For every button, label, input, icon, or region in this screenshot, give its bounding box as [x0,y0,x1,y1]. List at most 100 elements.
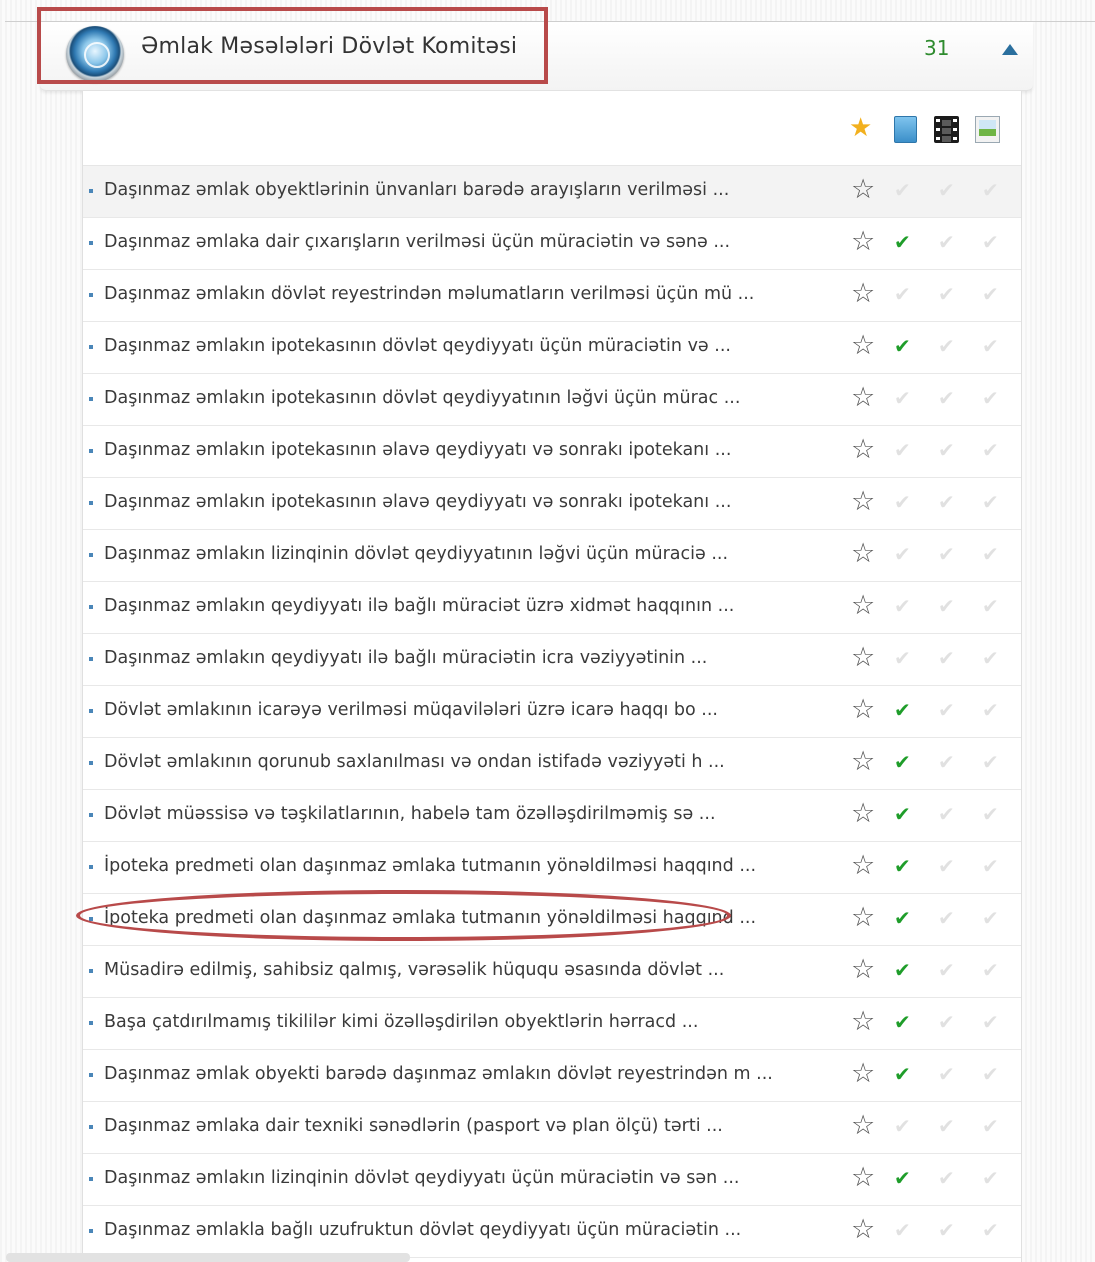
check-icon: ✔ [894,802,911,826]
favorite-star-icon[interactable]: ☆ [851,904,875,931]
check-icon: ✔ [938,854,955,878]
service-row[interactable]: Dövlət əmlakının icarəyə verilməsi müqav… [83,686,1021,738]
favorite-star-icon[interactable]: ☆ [851,228,875,255]
favorite-star-icon[interactable]: ☆ [851,280,875,307]
service-link[interactable]: İpoteka predmeti olan daşınmaz əmlaka tu… [104,856,756,876]
services-list: Daşınmaz əmlak obyektlərinin ünvanları b… [83,166,1021,1258]
check-icon: ✔ [894,646,911,670]
service-link[interactable]: Daşınmaz əmlakın ipotekasının dövlət qey… [104,388,740,408]
service-row[interactable]: İpoteka predmeti olan daşınmaz əmlaka tu… [83,842,1021,894]
favorite-star-icon[interactable]: ☆ [851,748,875,775]
favorite-star-icon[interactable]: ☆ [851,384,875,411]
bullet-icon [89,397,93,401]
service-row[interactable]: Daşınmaz əmlak obyektlərinin ünvanları b… [83,166,1021,218]
bullet-icon [89,761,93,765]
check-icon: ✔ [938,386,955,410]
favorite-star-icon[interactable]: ☆ [851,488,875,515]
service-link[interactable]: Daşınmaz əmlakın qeydiyyatı ilə bağlı mü… [104,596,734,616]
service-link[interactable]: Daşınmaz əmlakın qeydiyyatı ilə bağlı mü… [104,648,707,668]
service-link[interactable]: Daşınmaz əmlakın ipotekasının əlavə qeyd… [104,440,731,460]
service-link[interactable]: Daşınmaz əmlakın ipotekasının dövlət qey… [104,336,731,356]
check-icon: ✔ [894,490,911,514]
service-row[interactable]: Daşınmaz əmlakın qeydiyyatı ilə bağlı mü… [83,582,1021,634]
check-icon: ✔ [982,594,999,618]
check-icon: ✔ [938,750,955,774]
check-icon: ✔ [982,438,999,462]
service-row[interactable]: Başa çatdırılmamış tikililər kimi özəllə… [83,998,1021,1050]
check-icon: ✔ [982,282,999,306]
favorite-star-icon[interactable]: ☆ [851,540,875,567]
favorite-star-icon[interactable]: ☆ [851,1112,875,1139]
check-icon: ✔ [894,1166,911,1190]
favorite-star-icon[interactable]: ☆ [851,1008,875,1035]
service-row[interactable]: Dövlət müəssisə və təşkilatlarının, habe… [83,790,1021,842]
check-icon: ✔ [938,282,955,306]
service-link[interactable]: Daşınmaz əmlakın lizinqinin dövlət qeydi… [104,1168,740,1188]
horizontal-scrollbar[interactable] [6,1253,410,1262]
check-icon: ✔ [982,1010,999,1034]
service-row[interactable]: Daşınmaz əmlak obyekti barədə daşınmaz ə… [83,1050,1021,1102]
service-row[interactable]: Daşınmaz əmlakın ipotekasının əlavə qeyd… [83,478,1021,530]
service-link[interactable]: Daşınmaz əmlakın ipotekasının əlavə qeyd… [104,492,731,512]
favorite-star-icon[interactable]: ☆ [851,956,875,983]
bullet-icon [89,1229,93,1233]
service-row[interactable]: Daşınmaz əmlakın lizinqinin dövlət qeydi… [83,1154,1021,1206]
service-row[interactable]: Daşınmaz əmlakın qeydiyyatı ilə bağlı mü… [83,634,1021,686]
service-link[interactable]: Başa çatdırılmamış tikililər kimi özəllə… [104,1012,698,1032]
service-row[interactable]: Daşınmaz əmlakın ipotekasının dövlət qey… [83,322,1021,374]
check-icon: ✔ [894,594,911,618]
service-link[interactable]: Müsadirə edilmiş, sahibsiz qalmış, vərəs… [104,960,724,980]
favorite-star-icon[interactable]: ☆ [851,644,875,671]
favorite-star-icon[interactable]: ☆ [851,176,875,203]
bullet-icon [89,293,93,297]
title-highlight-box [37,7,548,84]
bullet-icon [89,449,93,453]
check-icon: ✔ [982,750,999,774]
favorite-star-icon[interactable]: ☆ [851,436,875,463]
bullet-icon [89,345,93,349]
check-icon: ✔ [894,1218,911,1242]
check-icon: ✔ [938,178,955,202]
favorite-star-icon[interactable]: ☆ [851,852,875,879]
image-icon [975,116,1000,143]
bullet-icon [89,605,93,609]
favorite-star-icon[interactable]: ☆ [851,1216,875,1243]
service-row[interactable]: Daşınmaz əmlaka dair çıxarışların verilm… [83,218,1021,270]
service-link[interactable]: Daşınmaz əmlaka dair çıxarışların verilm… [104,232,730,252]
favorite-star-icon[interactable]: ☆ [851,1060,875,1087]
service-link[interactable]: Dövlət əmlakının qorunub saxlanılması və… [104,752,725,772]
favorite-star-icon[interactable]: ☆ [851,1164,875,1191]
star-icon: ★ [849,113,873,143]
service-link[interactable]: Dövlət müəssisə və təşkilatlarının, habe… [104,804,716,824]
check-icon: ✔ [894,542,911,566]
service-link[interactable]: Daşınmaz əmlak obyekti barədə daşınmaz ə… [104,1064,773,1084]
check-icon: ✔ [938,594,955,618]
service-link[interactable]: Daşınmaz əmlaka dair texniki sənədlərin … [104,1116,723,1136]
favorite-star-icon[interactable]: ☆ [851,592,875,619]
check-icon: ✔ [938,490,955,514]
triangle-up-icon[interactable] [1002,44,1018,55]
favorite-star-icon[interactable]: ☆ [851,696,875,723]
check-icon: ✔ [982,1114,999,1138]
service-row[interactable]: Müsadirə edilmiş, sahibsiz qalmış, vərəs… [83,946,1021,998]
service-row[interactable]: Daşınmaz əmlakın ipotekasının əlavə qeyd… [83,426,1021,478]
check-icon: ✔ [894,906,911,930]
check-icon: ✔ [894,178,911,202]
check-icon: ✔ [894,438,911,462]
service-row[interactable]: Daşınmaz əmlakın dövlət reyestrindən məl… [83,270,1021,322]
service-link[interactable]: Dövlət əmlakının icarəyə verilməsi müqav… [104,700,718,720]
service-row[interactable]: Daşınmaz əmlakın ipotekasının dövlət qey… [83,374,1021,426]
service-row[interactable]: Dövlət əmlakının qorunub saxlanılması və… [83,738,1021,790]
bullet-icon [89,1177,93,1181]
service-link[interactable]: Daşınmaz əmlakın lizinqinin dövlət qeydi… [104,544,728,564]
service-row[interactable]: Daşınmaz əmlakın lizinqinin dövlət qeydi… [83,530,1021,582]
favorite-star-icon[interactable]: ☆ [851,332,875,359]
service-row[interactable]: Daşınmaz əmlakla bağlı uzufruktun dövlət… [83,1206,1021,1258]
bullet-icon [89,1021,93,1025]
service-link[interactable]: Daşınmaz əmlakla bağlı uzufruktun dövlət… [104,1220,741,1240]
check-icon: ✔ [938,802,955,826]
service-link[interactable]: Daşınmaz əmlakın dövlət reyestrindən məl… [104,284,754,304]
favorite-star-icon[interactable]: ☆ [851,800,875,827]
service-row[interactable]: Daşınmaz əmlaka dair texniki sənədlərin … [83,1102,1021,1154]
service-link[interactable]: Daşınmaz əmlak obyektlərinin ünvanları b… [104,180,729,200]
